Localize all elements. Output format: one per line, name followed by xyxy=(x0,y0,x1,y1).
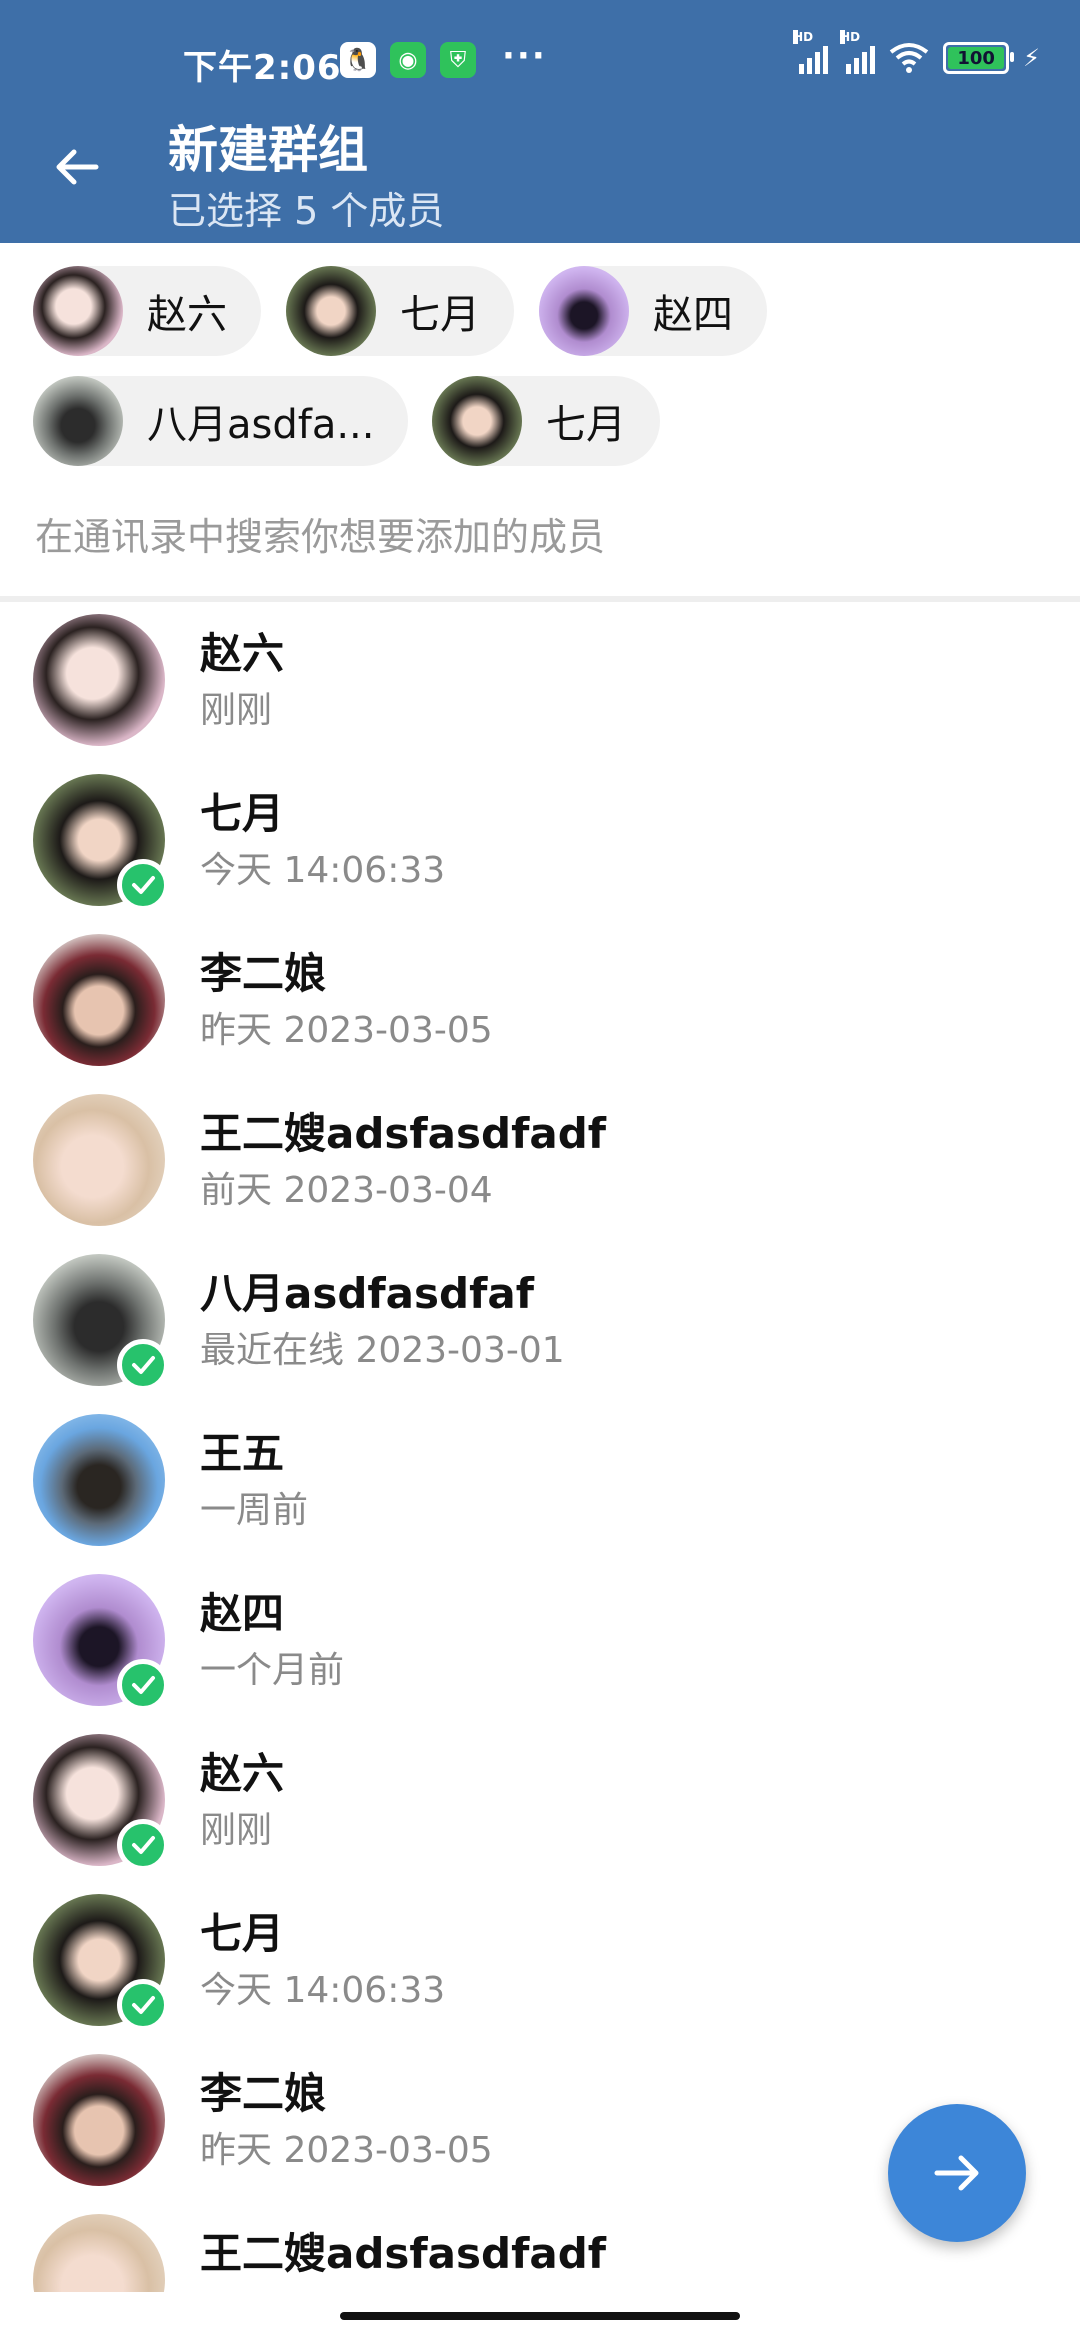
status-right: HD HD 100 ⚡ xyxy=(793,30,1040,74)
selected-chip[interactable]: 七月 xyxy=(432,376,660,466)
list-item[interactable]: 李二娘 昨天 2023-03-05 xyxy=(0,922,1080,1082)
list-item[interactable]: 赵四 一个月前 xyxy=(0,1562,1080,1722)
selected-members: 赵六 七月 赵四 八月asdfa... 七月 在通讯录中搜索你想要添加的成员 xyxy=(0,243,1080,598)
list-item[interactable]: 赵六 刚刚 xyxy=(0,602,1080,762)
list-item[interactable]: 七月 今天 14:06:33 xyxy=(0,1882,1080,2042)
contact-status: 昨天 2023-03-05 xyxy=(200,2130,493,2171)
contact-name: 王五 xyxy=(200,1429,285,1478)
check-icon xyxy=(117,1979,169,2031)
check-icon xyxy=(117,1339,169,1391)
contact-status: 一个月前 xyxy=(200,1650,345,1691)
contact-name: 赵四 xyxy=(200,1589,285,1638)
signal-icon-1: HD xyxy=(793,30,829,74)
more-notifications-icon: ··· xyxy=(502,36,547,76)
contact-name: 赵六 xyxy=(200,629,285,678)
list-item[interactable]: 王五 一周前 xyxy=(0,1402,1080,1562)
avatar xyxy=(33,266,123,356)
shield-icon: ⛨ xyxy=(440,42,476,78)
chip-label: 七月 xyxy=(400,292,480,338)
contact-name: 王二嫂adsfasdfadf xyxy=(200,1109,607,1158)
avatar xyxy=(286,266,376,356)
contact-status: 今天 14:06:33 xyxy=(200,1970,446,2011)
qq-icon: 🐧 xyxy=(340,42,376,78)
avatar xyxy=(33,614,165,746)
list-item[interactable]: 赵六 刚刚 xyxy=(0,1722,1080,1882)
contact-status: 刚刚 xyxy=(200,690,273,731)
page-title: 新建群组 xyxy=(168,121,368,179)
chip-label: 八月asdfa... xyxy=(147,402,375,448)
check-icon xyxy=(117,859,169,911)
contact-name: 七月 xyxy=(200,1909,285,1958)
next-button[interactable] xyxy=(888,2104,1026,2242)
list-item[interactable]: 八月asdfasdfaf 最近在线 2023-03-01 xyxy=(0,1242,1080,1402)
contact-name: 王二嫂adsfasdfadf xyxy=(200,2229,607,2278)
avatar xyxy=(539,266,629,356)
contact-status: 刚刚 xyxy=(200,1810,273,1851)
battery-icon: 100 xyxy=(943,42,1015,74)
contact-name: 李二娘 xyxy=(200,2069,327,2118)
check-icon xyxy=(117,1659,169,1711)
selected-count: 已选择 5 个成员 xyxy=(168,189,445,233)
status-bar: 下午2:06 🐧 ◉ ⛨ ··· HD HD 100 ⚡ xyxy=(0,0,1080,120)
arrow-right-icon xyxy=(934,2155,979,2191)
avatar xyxy=(33,376,123,466)
contact-name: 李二娘 xyxy=(200,949,327,998)
search-input[interactable]: 在通讯录中搜索你想要添加的成员 xyxy=(35,506,605,561)
contact-name: 八月asdfasdfaf xyxy=(200,1269,534,1318)
check-icon xyxy=(117,1819,169,1871)
contact-status: 今天 14:06:33 xyxy=(200,850,446,891)
back-arrow-icon[interactable] xyxy=(52,142,102,192)
contact-status: 前天 2023-03-04 xyxy=(200,1170,493,1211)
charging-icon: ⚡ xyxy=(1023,44,1040,72)
avatar xyxy=(33,2054,165,2186)
contact-status: 昨天 2023-03-05 xyxy=(200,1010,493,1051)
avatar xyxy=(33,2214,165,2292)
app-header: 下午2:06 🐧 ◉ ⛨ ··· HD HD 100 ⚡ 新建群组 已选择 5 … xyxy=(0,0,1080,243)
wechat-icon: ◉ xyxy=(390,42,426,78)
signal-icon-2: HD xyxy=(840,30,876,74)
chip-label: 七月 xyxy=(546,402,626,448)
selected-chip[interactable]: 八月asdfa... xyxy=(33,376,409,466)
avatar xyxy=(33,1414,165,1546)
battery-level: 100 xyxy=(957,47,995,69)
notification-icons: 🐧 ◉ ⛨ xyxy=(340,42,476,78)
list-item[interactable]: 七月 今天 14:06:33 xyxy=(0,762,1080,922)
selected-chip[interactable]: 赵六 xyxy=(33,266,261,356)
selected-chip[interactable]: 赵四 xyxy=(539,266,767,356)
avatar xyxy=(33,1094,165,1226)
chip-label: 赵四 xyxy=(653,292,733,338)
avatar xyxy=(432,376,522,466)
contact-status: 一周前 xyxy=(200,1490,309,1531)
hd-label-1: HD xyxy=(793,30,814,44)
contact-status: 最近在线 2023-03-01 xyxy=(200,1330,565,1371)
wifi-icon xyxy=(889,43,929,73)
home-indicator[interactable] xyxy=(340,2312,740,2320)
contact-name: 七月 xyxy=(200,789,285,838)
contact-name: 赵六 xyxy=(200,1749,285,1798)
list-item[interactable]: 王二嫂adsfasdfadf 前天 2023-03-04 xyxy=(0,1082,1080,1242)
hd-label-2: HD xyxy=(840,30,861,44)
contact-list: 赵六 刚刚 七月 今天 14:06:33 李二娘 昨天 2023-03-05 王… xyxy=(0,602,1080,2292)
chip-label: 赵六 xyxy=(147,292,227,338)
status-time: 下午2:06 xyxy=(183,48,342,88)
selected-chip[interactable]: 七月 xyxy=(286,266,514,356)
avatar xyxy=(33,934,165,1066)
